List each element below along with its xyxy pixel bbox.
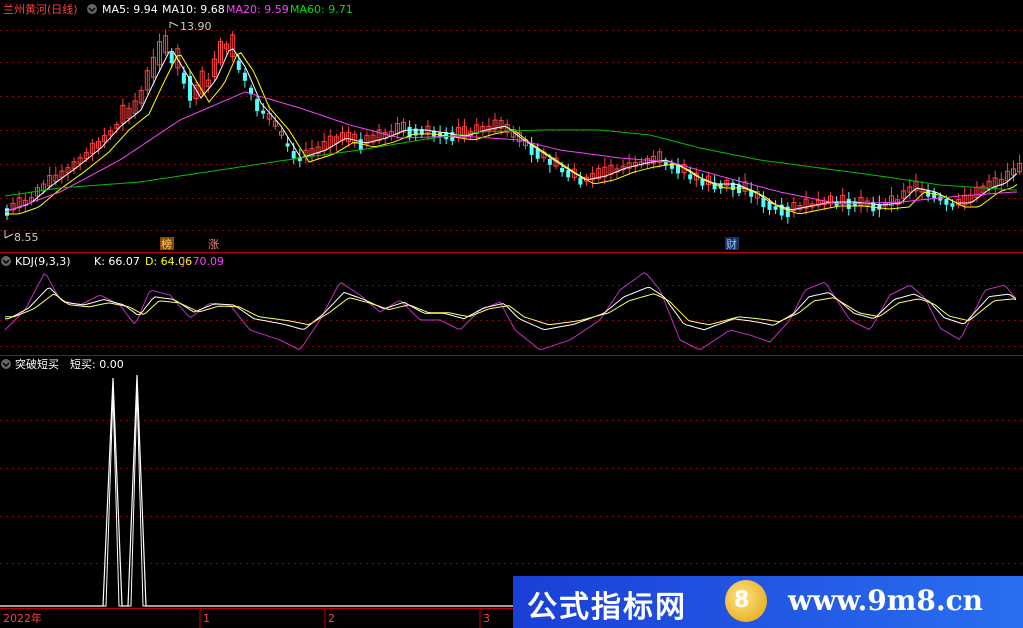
marker-zhang[interactable]: 涨	[208, 238, 219, 251]
marker-cai[interactable]: 财	[726, 237, 737, 251]
signal-line	[0, 389, 1023, 607]
candle-body	[932, 192, 937, 199]
candle-body	[761, 197, 766, 208]
candle-body	[566, 170, 571, 178]
ma20-line	[4, 91, 1018, 213]
candle-body	[950, 203, 955, 207]
axis-label-1: 1	[203, 612, 210, 625]
kdj-d-line	[5, 293, 1017, 326]
signal-lines	[0, 374, 1023, 607]
ma10-label: MA10: 9.68	[162, 3, 225, 16]
ma20-label: MA20: 9.59	[226, 3, 289, 16]
candle-body	[944, 199, 949, 205]
watermark-banner: 公式指标网 8 www.9m8.cn	[513, 576, 1023, 628]
dropdown-icon[interactable]	[1, 256, 11, 266]
candle-body	[285, 143, 290, 147]
dropdown-icon[interactable]	[1, 359, 11, 369]
high-marker-icon	[169, 21, 179, 28]
candle-body	[255, 99, 260, 112]
ma5-line	[5, 48, 1018, 211]
signal-value: 短买: 0.00	[70, 357, 124, 371]
candle-body	[261, 110, 266, 114]
candle-body	[578, 177, 583, 185]
candle-body	[181, 72, 186, 84]
signal-line	[0, 374, 1023, 607]
stock-title: 兰州黄河(日线)	[3, 2, 78, 16]
grid-lines	[0, 30, 1023, 564]
candlesticks	[5, 29, 1023, 224]
marker-bang[interactable]: 榜	[161, 237, 172, 251]
candle-body	[169, 52, 174, 64]
axis-label-2022: 2022年	[3, 611, 42, 625]
ma60-label: MA60: 9.71	[290, 3, 353, 16]
watermark-url: www.9m8.cn	[788, 584, 983, 617]
moving-averages	[4, 48, 1018, 215]
ma5-label: MA5: 9.94	[102, 3, 158, 16]
watermark-text: 公式指标网	[527, 590, 687, 625]
kdj-title: KDJ(9,3,3)	[15, 255, 71, 268]
candle-body	[688, 174, 693, 180]
candle-body	[242, 72, 247, 81]
candle-body	[773, 206, 778, 210]
candle-body	[547, 159, 552, 165]
candle-body	[560, 167, 565, 173]
stock-chart[interactable]: 兰州黄河(日线) MA5: 9.94 MA10: 9.68 MA20: 9.59…	[0, 0, 1023, 628]
kdj-lines	[4, 272, 1017, 351]
kdj-j-value: J: 70.09	[181, 255, 224, 268]
kdj-j-line	[4, 272, 1017, 351]
signal-title: 突破短买	[15, 357, 59, 371]
low-marker-icon	[4, 230, 14, 239]
candle-body	[291, 151, 296, 159]
kdj-k-value: K: 66.07	[94, 255, 140, 268]
coin-logo-icon: 8	[725, 580, 767, 622]
high-price-label: 13.90	[180, 20, 212, 33]
kdj-k-line	[5, 286, 1017, 331]
candle-body	[236, 60, 241, 70]
axis-label-3: 3	[483, 612, 490, 625]
axis-label-2: 2	[328, 612, 335, 625]
candle-body	[358, 139, 363, 151]
dropdown-icon[interactable]	[87, 4, 97, 14]
low-price-label: 8.55	[14, 231, 39, 244]
